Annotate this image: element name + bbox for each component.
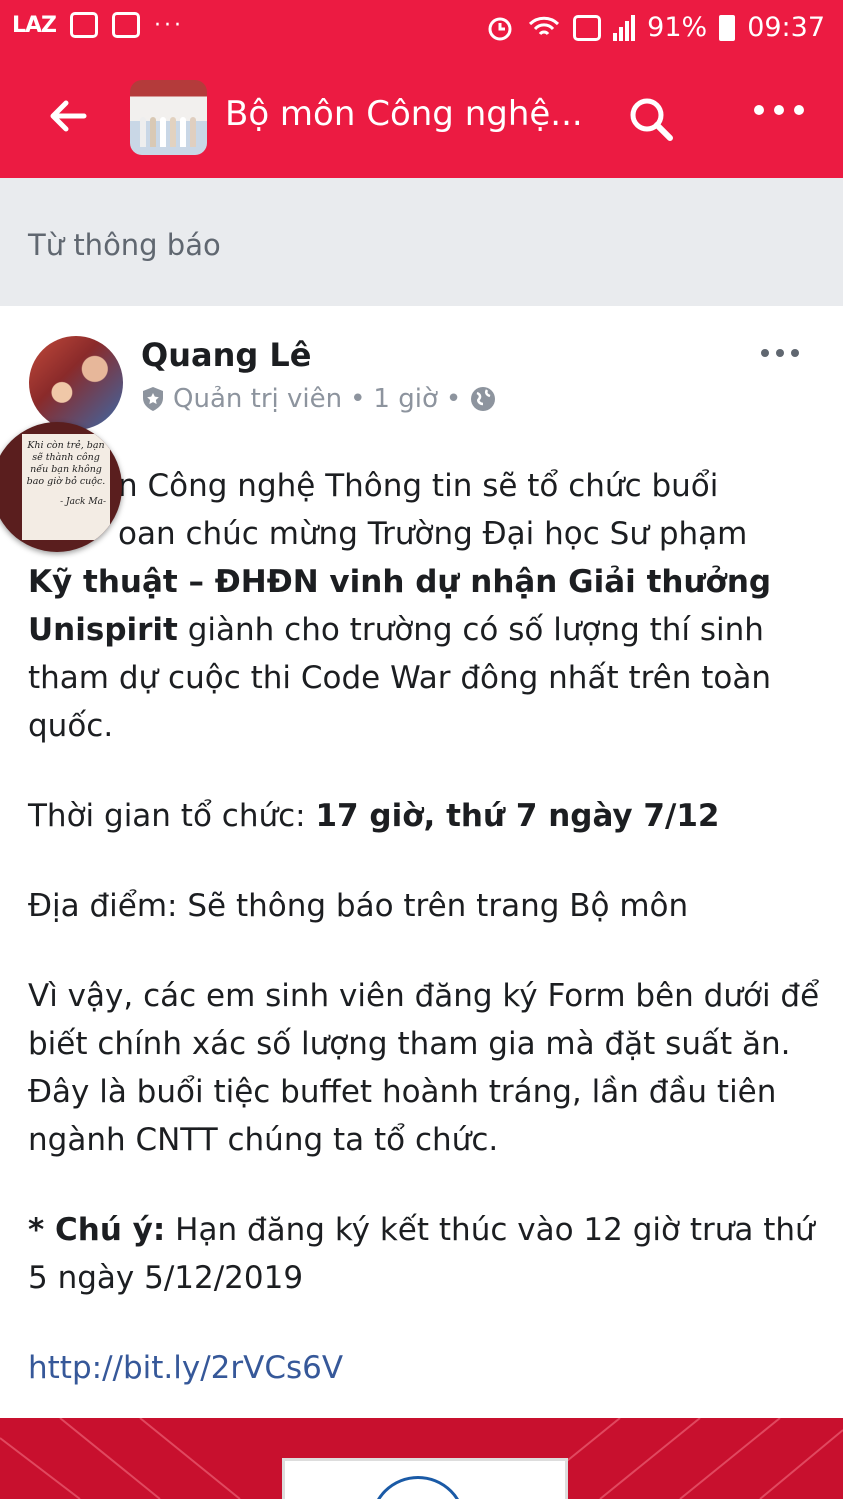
globe-icon	[471, 387, 496, 411]
p2-label: Thời gian tổ chức:	[28, 798, 316, 834]
quote-text: Khi còn trẻ, bạn sẽ thành công nếu bạn k…	[26, 440, 106, 487]
wifi-icon	[529, 16, 560, 35]
app-notification-icon	[70, 12, 98, 38]
shield-icon	[143, 387, 163, 411]
author-name[interactable]: Quang Lê	[141, 336, 312, 374]
post-paragraph-4: Vì vậy, các em sinh viên đăng ký Form bê…	[28, 978, 820, 1158]
app-bar: Bộ môn Công nghệ...	[0, 70, 843, 165]
message-icon	[573, 14, 602, 41]
post-paragraph-5: * Chú ý: Hạn đăng ký kết thúc vào 12 giờ…	[28, 1206, 828, 1302]
notice-band: Từ thông báo	[0, 178, 843, 306]
p1-line2: oan chúc mừng Trường Đại học Sư phạm	[118, 516, 748, 552]
link-preview-image[interactable]	[0, 1418, 843, 1499]
post: Quang Lê Quản trị viên • 1 giờ • n Công …	[0, 306, 843, 1418]
post-meta: Quản trị viên • 1 giờ •	[141, 384, 497, 414]
back-arrow-icon[interactable]	[44, 92, 92, 140]
post-more-icon[interactable]	[760, 346, 800, 360]
post-paragraph-3: Địa điểm: Sẽ thông báo trên trang Bộ môn	[28, 888, 689, 924]
image-notification-icon	[112, 12, 140, 38]
notice-label: Từ thông báo	[28, 228, 221, 262]
p1-line1: n Công nghệ Thông tin sẽ tổ chức buổi	[118, 468, 719, 504]
post-link[interactable]: http://bit.ly/2rVCs6V	[28, 1350, 343, 1386]
more-icon[interactable]	[752, 100, 806, 120]
alarm-icon	[488, 17, 512, 40]
post-link-paragraph: http://bit.ly/2rVCs6V	[28, 1344, 828, 1392]
post-body: n Công nghệ Thông tin sẽ tổ chức buổi oa…	[28, 462, 828, 1434]
clock: 09:37	[747, 12, 825, 43]
laz-app-label: LAZ	[12, 12, 57, 38]
quote-author: - Jack Ma-	[60, 497, 106, 507]
meta-separator: •	[350, 384, 366, 414]
more-notifications-indicator: ···	[154, 12, 184, 38]
author-avatar[interactable]	[29, 336, 123, 430]
status-bar: LAZ ··· 91% 09:37	[0, 0, 843, 60]
group-title[interactable]: Bộ môn Công nghệ...	[225, 94, 583, 134]
p2-bold: 17 giờ, thứ 7 ngày 7/12	[315, 798, 720, 834]
quote-card: Khi còn trẻ, bạn sẽ thành công nếu bạn k…	[22, 434, 110, 540]
search-icon[interactable]	[626, 94, 676, 144]
meta-separator: •	[445, 384, 462, 414]
chat-head-bubble[interactable]: Khi còn trẻ, bạn sẽ thành công nếu bạn k…	[0, 422, 122, 552]
post-paragraph-1: n Công nghệ Thông tin sẽ tổ chức buổi oa…	[28, 462, 828, 750]
signal-icon	[613, 14, 636, 41]
top-bar: LAZ ··· 91% 09:37 Bộ môn Công nghệ...	[0, 0, 843, 178]
battery-percent: 91%	[647, 12, 708, 43]
group-avatar[interactable]	[130, 80, 207, 155]
p5-bold: * Chú ý:	[28, 1212, 166, 1248]
post-time[interactable]: 1 giờ	[373, 384, 437, 414]
battery-icon	[719, 14, 736, 41]
author-role: Quản trị viên	[173, 384, 343, 414]
post-paragraph-2: Thời gian tổ chức: 17 giờ, thứ 7 ngày 7/…	[28, 792, 828, 840]
